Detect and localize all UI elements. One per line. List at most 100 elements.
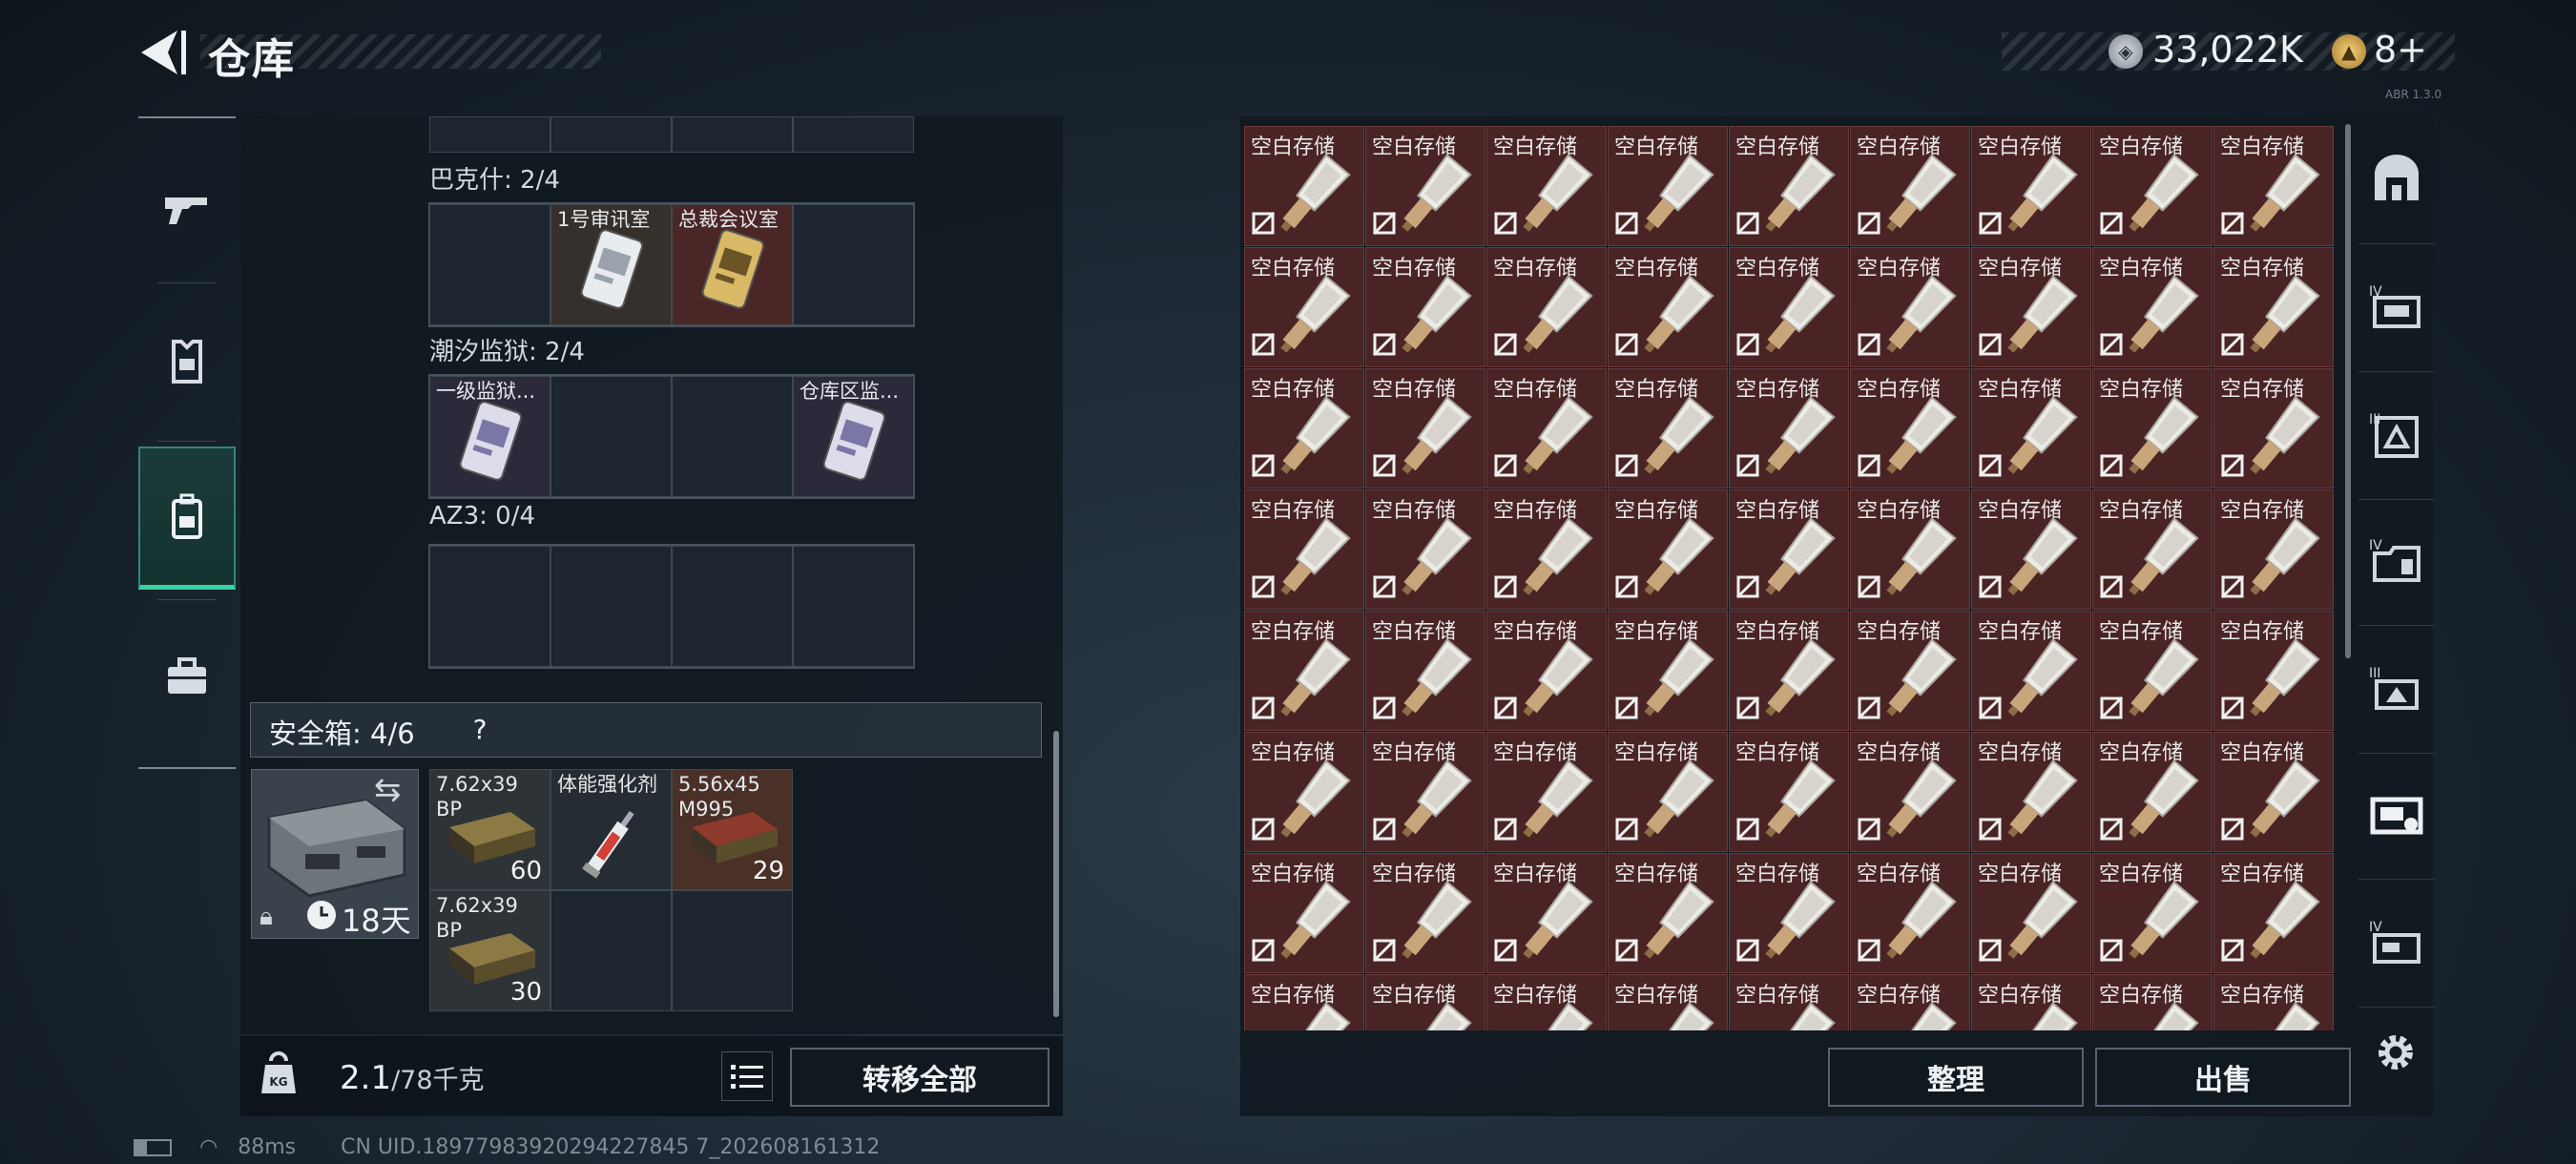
- stash-filter-button[interactable]: [2358, 116, 2435, 244]
- key-slot[interactable]: 一级监狱...: [429, 376, 551, 497]
- stash-cell[interactable]: 空白存储: [1608, 368, 1728, 488]
- stash-cell[interactable]: 空白存储: [1608, 247, 1728, 367]
- stash-cell[interactable]: 空白存储: [2092, 611, 2212, 731]
- stash-cell[interactable]: 空白存储: [1971, 126, 2091, 246]
- stash-cell[interactable]: 空白存储: [1729, 126, 1849, 246]
- safe-box-slot[interactable]: 7.62x39 BP 30: [429, 890, 551, 1011]
- stash-cell[interactable]: 空白存储: [1971, 853, 2091, 973]
- stash-cell[interactable]: 空白存储: [1244, 247, 1364, 367]
- stash-cell[interactable]: 空白存储: [1971, 489, 2091, 610]
- stash-cell[interactable]: 空白存储: [1850, 247, 1970, 367]
- stash-cell[interactable]: 空白存储: [2092, 247, 2212, 367]
- stash-cell[interactable]: 空白存储: [1608, 853, 1728, 973]
- stash-cell[interactable]: 空白存储: [1486, 247, 1607, 367]
- stash-cell[interactable]: 空白存储: [1608, 732, 1728, 852]
- stash-filter-button[interactable]: IV: [2358, 880, 2435, 1008]
- stash-cell[interactable]: 空白存储: [1608, 611, 1728, 731]
- key-slot[interactable]: [429, 204, 551, 325]
- key-slot-partial[interactable]: [672, 116, 793, 153]
- stash-cell[interactable]: 空白存储: [1850, 126, 1970, 246]
- stash-cell[interactable]: 空白存储: [2213, 247, 2334, 367]
- stash-filter-button[interactable]: III: [2358, 626, 2435, 754]
- key-slot-partial[interactable]: [429, 116, 551, 153]
- nav-armor[interactable]: [138, 290, 236, 433]
- stash-cell[interactable]: 空白存储: [1971, 974, 2091, 1030]
- stash-cell[interactable]: 空白存储: [1850, 853, 1970, 973]
- key-slot[interactable]: [672, 376, 793, 497]
- stash-cell[interactable]: 空白存储: [2213, 732, 2334, 852]
- stash-cell[interactable]: 空白存储: [2213, 489, 2334, 610]
- key-slot[interactable]: 仓库区监...: [793, 376, 914, 497]
- safe-box-slot[interactable]: [672, 890, 793, 1011]
- stash-cell[interactable]: 空白存储: [2092, 732, 2212, 852]
- stash-cell[interactable]: 空白存储: [1365, 126, 1485, 246]
- stash-cell[interactable]: 空白存储: [1850, 974, 1970, 1030]
- stash-cell[interactable]: 空白存储: [1365, 247, 1485, 367]
- stash-cell[interactable]: 空白存储: [2092, 489, 2212, 610]
- stash-cell[interactable]: 空白存储: [1486, 126, 1607, 246]
- key-slot-partial[interactable]: [551, 116, 672, 153]
- key-slot[interactable]: [429, 546, 551, 667]
- stash-cell[interactable]: 空白存储: [1608, 126, 1728, 246]
- back-arrow-icon[interactable]: [134, 27, 191, 78]
- stash-cell[interactable]: 空白存储: [1850, 732, 1970, 852]
- stash-cell[interactable]: 空白存储: [1729, 489, 1849, 610]
- stash-filter-button[interactable]: IV: [2358, 498, 2435, 626]
- key-slot[interactable]: [551, 546, 672, 667]
- stash-cell[interactable]: 空白存储: [1244, 732, 1364, 852]
- stash-cell[interactable]: 空白存储: [1608, 974, 1728, 1030]
- stash-cell[interactable]: 空白存储: [2092, 126, 2212, 246]
- nav-weapon[interactable]: [138, 135, 236, 279]
- stash-filter-button[interactable]: III: [2358, 372, 2435, 500]
- stash-cell[interactable]: 空白存储: [1244, 853, 1364, 973]
- swap-icon[interactable]: ⇆: [374, 771, 402, 809]
- stash-cell[interactable]: 空白存储: [1365, 974, 1485, 1030]
- stash-cell[interactable]: 空白存储: [1971, 368, 2091, 488]
- list-view-button[interactable]: [721, 1051, 773, 1101]
- stash-cell[interactable]: 空白存储: [1850, 611, 1970, 731]
- key-slot[interactable]: [551, 376, 672, 497]
- stash-cell[interactable]: 空白存储: [2213, 368, 2334, 488]
- safe-box-slot[interactable]: 5.56x45 M995 29: [672, 769, 793, 890]
- stash-cell[interactable]: 空白存储: [1365, 611, 1485, 731]
- stash-cell[interactable]: 空白存储: [2213, 853, 2334, 973]
- stash-cell[interactable]: 空白存储: [2092, 368, 2212, 488]
- stash-cell[interactable]: 空白存储: [1850, 489, 1970, 610]
- stash-cell[interactable]: 空白存储: [2213, 611, 2334, 731]
- safe-box-slot[interactable]: 7.62x39 BP 60: [429, 769, 551, 890]
- stash-filter-button[interactable]: [2358, 752, 2435, 880]
- safe-box-slot[interactable]: 体能强化剂: [551, 769, 672, 890]
- stash-cell[interactable]: 空白存储: [2092, 974, 2212, 1030]
- key-slot[interactable]: 1号审讯室: [551, 204, 672, 325]
- stash-cell[interactable]: 空白存储: [2213, 126, 2334, 246]
- stash-cell[interactable]: 空白存储: [1971, 247, 2091, 367]
- stash-cell[interactable]: 空白存储: [1729, 974, 1849, 1030]
- help-icon[interactable]: ?: [460, 710, 500, 748]
- stash-cell[interactable]: 空白存储: [1244, 611, 1364, 731]
- stash-cell[interactable]: 空白存储: [1850, 368, 1970, 488]
- stash-cell[interactable]: 空白存储: [1365, 732, 1485, 852]
- left-scrollbar[interactable]: [1053, 731, 1059, 1017]
- stash-filter-button[interactable]: IV: [2358, 244, 2435, 372]
- stash-cell[interactable]: 空白存储: [1486, 853, 1607, 973]
- stash-cell[interactable]: 空白存储: [1729, 368, 1849, 488]
- key-slot[interactable]: [672, 546, 793, 667]
- stash-cell[interactable]: 空白存储: [1729, 732, 1849, 852]
- stash-cell[interactable]: 空白存储: [1486, 611, 1607, 731]
- nav-case[interactable]: [138, 605, 236, 748]
- stash-cell[interactable]: 空白存储: [1729, 611, 1849, 731]
- stash-cell[interactable]: 空白存储: [1971, 611, 2091, 731]
- stash-cell[interactable]: 空白存储: [1244, 974, 1364, 1030]
- stash-cell[interactable]: 空白存储: [1244, 489, 1364, 610]
- stash-cell[interactable]: 空白存储: [1608, 489, 1728, 610]
- gear-icon[interactable]: [2370, 1027, 2421, 1078]
- stash-cell[interactable]: 空白存储: [1244, 126, 1364, 246]
- stash-cell[interactable]: 空白存储: [1365, 489, 1485, 610]
- transfer-all-button[interactable]: 转移全部: [790, 1048, 1049, 1107]
- key-slot[interactable]: [793, 204, 914, 325]
- sell-button[interactable]: 出售: [2095, 1048, 2351, 1107]
- stash-cell[interactable]: 空白存储: [1365, 368, 1485, 488]
- stash-cell[interactable]: 空白存储: [2213, 974, 2334, 1030]
- stash-cell[interactable]: 空白存储: [1486, 489, 1607, 610]
- stash-cell[interactable]: 空白存储: [1486, 732, 1607, 852]
